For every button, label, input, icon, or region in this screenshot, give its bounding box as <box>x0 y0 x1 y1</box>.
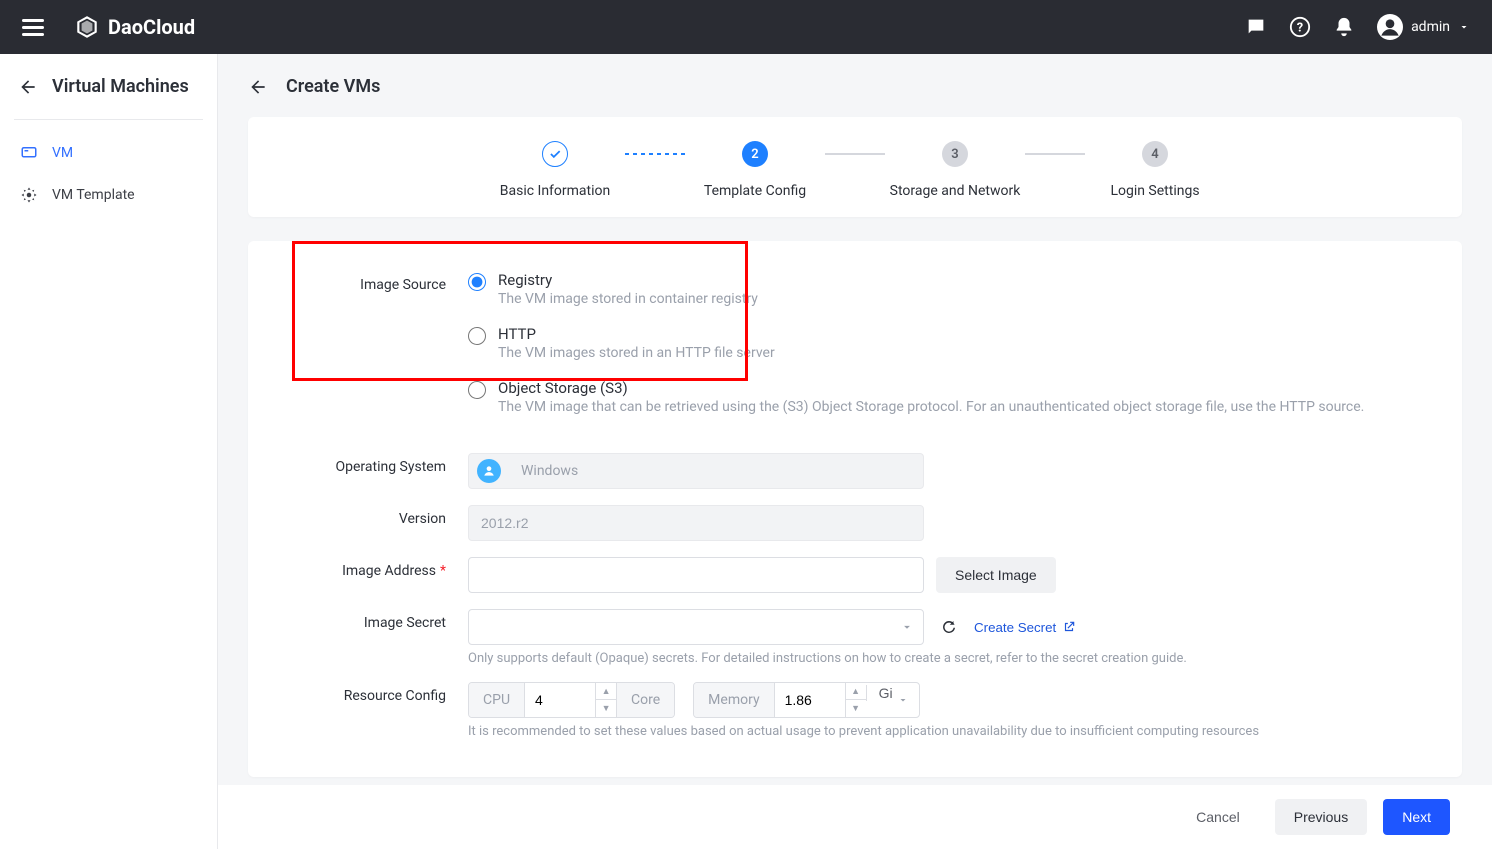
form-card: Image Source Registry The VM image store… <box>248 241 1462 777</box>
previous-button[interactable]: Previous <box>1275 799 1367 835</box>
page-header: Create VMs <box>218 54 1492 107</box>
help-icon[interactable]: ? <box>1289 16 1311 38</box>
next-button[interactable]: Next <box>1383 799 1450 835</box>
step-number: 4 <box>1142 141 1168 167</box>
username: admin <box>1411 19 1450 35</box>
refresh-icon[interactable] <box>940 618 958 636</box>
chat-icon[interactable] <box>1245 16 1267 38</box>
mem-down[interactable]: ▼ <box>846 700 866 717</box>
chevron-down-icon <box>1458 21 1470 33</box>
memory-input[interactable] <box>775 683 845 717</box>
sidebar: Virtual Machines VM VM Template <box>0 54 218 849</box>
steps-card: Basic Information 2 Template Config 3 St… <box>248 117 1462 217</box>
content-scroll[interactable]: Basic Information 2 Template Config 3 St… <box>218 107 1492 785</box>
os-value: Windows <box>521 463 578 479</box>
user-menu[interactable]: admin <box>1377 14 1470 40</box>
step-connector <box>625 153 685 155</box>
check-icon <box>542 141 568 167</box>
nav-label: VM Template <box>52 187 135 203</box>
image-address-input[interactable] <box>468 557 924 593</box>
step-number: 2 <box>742 141 768 167</box>
sidebar-title: Virtual Machines <box>0 54 217 119</box>
step-3[interactable]: 3 Storage and Network <box>885 141 1025 199</box>
step-connector <box>1025 153 1085 155</box>
create-secret-link[interactable]: Create Secret <box>974 620 1076 635</box>
divider <box>14 119 203 120</box>
radio-registry[interactable]: Registry The VM image stored in containe… <box>468 271 1412 307</box>
page-title: Create VMs <box>286 76 380 97</box>
step-connector <box>825 153 885 155</box>
os-field: Windows <box>468 453 924 489</box>
topbar: DaoCloud ? admin <box>0 0 1492 54</box>
image-secret-select[interactable] <box>468 609 924 645</box>
sidebar-item-vm[interactable]: VM <box>0 132 217 174</box>
sidebar-title-text: Virtual Machines <box>52 76 189 97</box>
nav-label: VM <box>52 145 73 161</box>
brand-logo[interactable]: DaoCloud <box>74 14 195 40</box>
label-image-address: Image Address* <box>298 557 468 579</box>
step-4[interactable]: 4 Login Settings <box>1085 141 1225 199</box>
memory-stepper[interactable]: Memory ▲▼ Gi <box>693 682 919 718</box>
template-icon <box>20 186 38 204</box>
label-image-secret: Image Secret <box>298 609 468 631</box>
external-link-icon <box>1062 620 1076 634</box>
sidebar-item-vm-template[interactable]: VM Template <box>0 174 217 216</box>
cancel-button[interactable]: Cancel <box>1177 799 1259 835</box>
label-resource: Resource Config <box>298 682 468 704</box>
vm-icon <box>20 144 38 162</box>
image-source-radio-group: Registry The VM image stored in containe… <box>468 271 1412 415</box>
secret-helper: Only supports default (Opaque) secrets. … <box>468 651 1412 666</box>
cpu-input[interactable] <box>525 683 595 717</box>
windows-icon <box>477 459 501 483</box>
bell-icon[interactable] <box>1333 16 1355 38</box>
label-image-source: Image Source <box>298 271 468 293</box>
cpu-down[interactable]: ▼ <box>596 700 616 717</box>
back-arrow-icon[interactable] <box>248 77 268 97</box>
label-version: Version <box>298 505 468 527</box>
menu-toggle[interactable] <box>22 15 44 40</box>
resource-helper: It is recommended to set these values ba… <box>468 724 1412 739</box>
step-1[interactable]: Basic Information <box>485 141 625 199</box>
cpu-stepper[interactable]: CPU ▲▼ Core <box>468 682 675 718</box>
brand-name: DaoCloud <box>108 15 195 39</box>
version-field <box>468 505 924 541</box>
mem-up[interactable]: ▲ <box>846 683 866 700</box>
cpu-up[interactable]: ▲ <box>596 683 616 700</box>
main: Create VMs Basic Information 2 Template … <box>218 54 1492 849</box>
step-number: 3 <box>942 141 968 167</box>
back-arrow-icon[interactable] <box>18 77 38 97</box>
user-avatar-icon <box>1377 14 1403 40</box>
radio-s3[interactable]: Object Storage (S3) The VM image that ca… <box>468 379 1412 415</box>
label-os: Operating System <box>298 453 468 475</box>
logo-icon <box>74 14 100 40</box>
svg-text:?: ? <box>1297 21 1303 36</box>
memory-unit-select[interactable]: Gi <box>866 685 919 701</box>
select-image-button[interactable]: Select Image <box>936 557 1056 593</box>
step-2[interactable]: 2 Template Config <box>685 141 825 199</box>
footer-bar: Cancel Previous Next <box>218 785 1492 849</box>
radio-http[interactable]: HTTP The VM images stored in an HTTP fil… <box>468 325 1412 361</box>
